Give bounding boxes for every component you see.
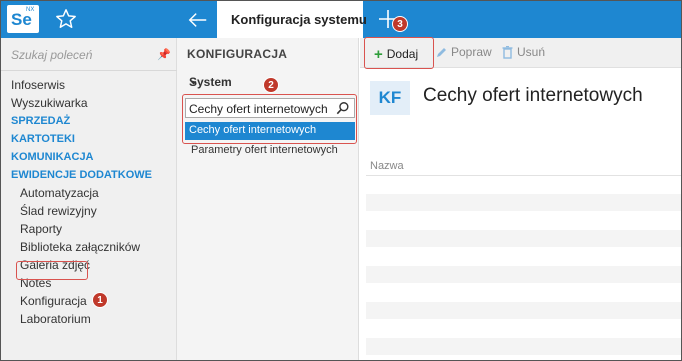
tab-konfiguracja-systemu[interactable]: Konfiguracja systemu (217, 1, 367, 38)
highlight-add-button (364, 37, 434, 69)
table-row[interactable] (366, 302, 681, 320)
nav-item-slad-rewizyjny[interactable]: Ślad rewizyjny (1, 202, 177, 220)
table-row[interactable] (366, 338, 681, 356)
delete-label: Usuń (517, 45, 546, 59)
edit-label: Popraw (451, 45, 492, 59)
table-row[interactable] (366, 194, 681, 212)
star-icon[interactable] (55, 8, 77, 30)
table-row[interactable] (366, 212, 681, 230)
edit-button[interactable]: Popraw (435, 45, 492, 59)
divider (1, 70, 177, 71)
nav-section-ewidencje[interactable]: EWIDENCJE DODATKOWE (1, 166, 177, 184)
table-row[interactable] (366, 248, 681, 266)
left-navigation-panel: Szukaj poleceń 📌 Infoserwis Wyszukiwarka… (1, 38, 177, 360)
column-header-nazwa[interactable]: Nazwa (366, 156, 681, 176)
app-logo[interactable]: Se NX (7, 5, 39, 33)
highlight-filter (182, 94, 357, 144)
nav-section-komunikacja[interactable]: KOMUNIKACJA (1, 148, 177, 166)
nav-section-kartoteki[interactable]: KARTOTEKI (1, 130, 177, 148)
grid-rows (366, 176, 681, 356)
nav-menu: Infoserwis Wyszukiwarka SPRZEDAŻ KARTOTE… (1, 76, 177, 328)
table-row[interactable] (366, 266, 681, 284)
nav-item-infoserwis[interactable]: Infoserwis (1, 76, 177, 94)
table-row[interactable] (366, 284, 681, 302)
column-header-label: Nazwa (370, 160, 404, 172)
main-content: + Dodaj Popraw Usuń KF Cechy ofert intern… (360, 38, 681, 360)
step-badge-2: 2 (263, 77, 279, 93)
logo-sub-text: NX (26, 7, 35, 13)
app-window: Se NX Konfiguracja systemu Szukaj polece… (0, 0, 682, 361)
nav-item-biblioteka[interactable]: Biblioteka załączników (1, 238, 177, 256)
back-arrow-icon[interactable] (187, 9, 209, 31)
table-row[interactable] (366, 176, 681, 194)
list-item[interactable]: Parametry ofert internetowych (191, 144, 338, 156)
data-grid: Nazwa (366, 156, 681, 360)
pencil-icon (437, 47, 446, 57)
trash-icon (502, 46, 513, 60)
page-title: Cechy ofert internetowych (423, 85, 643, 106)
logo-text: Se (11, 10, 32, 29)
nav-section-sprzedaz[interactable]: SPRZEDAŻ (1, 112, 177, 130)
nav-item-wyszukiwarka[interactable]: Wyszukiwarka (1, 94, 177, 112)
nav-item-automatyzacja[interactable]: Automatyzacja (1, 184, 177, 202)
tab-label: Konfiguracja systemu (231, 12, 367, 27)
nav-item-raporty[interactable]: Raporty (1, 220, 177, 238)
table-row[interactable] (366, 320, 681, 338)
command-search-input[interactable]: Szukaj poleceń (11, 48, 92, 62)
nav-item-laboratorium[interactable]: Laboratorium (1, 310, 177, 328)
table-row[interactable] (366, 230, 681, 248)
step-badge-3: 3 (392, 16, 408, 32)
nav-item-konfiguracja[interactable]: Konfiguracja (1, 292, 177, 310)
module-badge: KF (370, 81, 410, 115)
top-bar: Se NX Konfiguracja systemu (1, 1, 681, 38)
delete-button[interactable]: Usuń (502, 45, 546, 60)
panel-title: KONFIGURACJA (187, 47, 288, 61)
highlight-konfiguracja (16, 261, 88, 280)
step-badge-1: 1 (92, 292, 108, 308)
pin-icon[interactable]: 📌 (157, 48, 171, 61)
